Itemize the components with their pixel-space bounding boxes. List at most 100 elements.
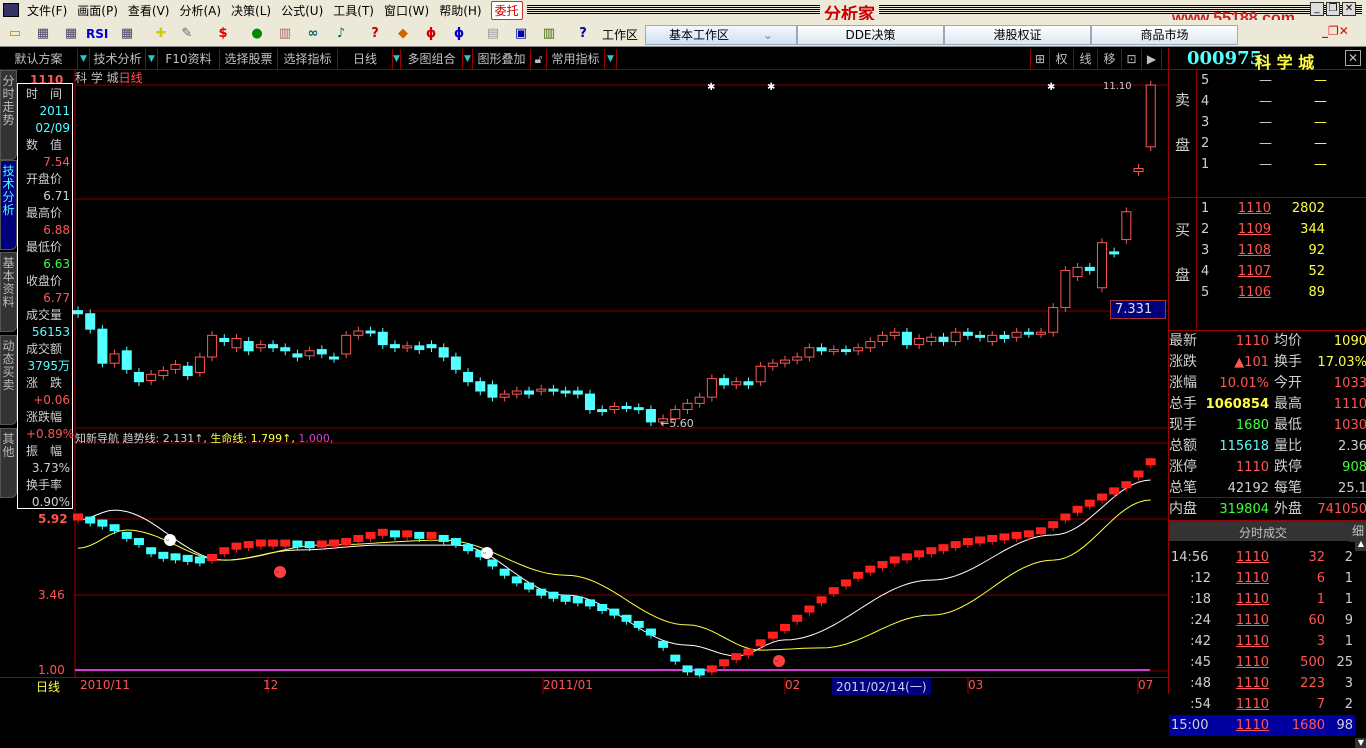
- open-folder-icon[interactable]: ▭: [4, 24, 26, 44]
- tab-dde[interactable]: DDE决策: [797, 25, 944, 45]
- period-selector[interactable]: 日线: [36, 678, 60, 695]
- sell-price: —: [1259, 115, 1272, 130]
- kline-icon[interactable]: ▦: [60, 24, 82, 44]
- indicator-bar: [402, 530, 413, 538]
- overlay-button[interactable]: 图形叠加: [473, 49, 531, 69]
- buy-price[interactable]: 1109: [1237, 219, 1271, 240]
- crosshair-icon[interactable]: ✚: [150, 24, 172, 44]
- collapse-icon[interactable]: ⊡: [1122, 49, 1142, 69]
- rights-button[interactable]: 权: [1050, 49, 1074, 69]
- indicator-bar: [73, 513, 83, 521]
- rsi-icon[interactable]: RSI: [86, 24, 108, 44]
- red-f10-icon[interactable]: ϕ: [420, 24, 442, 44]
- candle: [328, 356, 339, 360]
- indicator-bar: [365, 531, 376, 539]
- indicator-bar: [682, 665, 693, 673]
- candle: [219, 337, 230, 343]
- tick-time: 14:56: [1171, 550, 1209, 565]
- bars-icon[interactable]: ▥: [274, 24, 296, 44]
- indicator-bar: [158, 551, 169, 559]
- info-label: 开盘价: [26, 172, 63, 186]
- tick-price: 1110: [1235, 676, 1269, 691]
- entrust-button[interactable]: 委托: [490, 0, 523, 20]
- blue-f10-icon[interactable]: ϕ: [448, 24, 470, 44]
- stat-value: 42192: [1227, 481, 1269, 496]
- indicator-icon[interactable]: ▦: [116, 24, 138, 44]
- chart-icon[interactable]: ▦: [32, 24, 54, 44]
- indicator-bar: [280, 539, 291, 547]
- indicator-bar: [828, 587, 839, 595]
- dropdown-arrow-icon[interactable]: ▼: [146, 49, 158, 69]
- dollar-icon[interactable]: $: [212, 24, 234, 44]
- scroll-down-icon[interactable]: ▼: [1355, 738, 1366, 748]
- base-line-label: 1.000,: [298, 432, 334, 445]
- minimize-button[interactable]: _: [1310, 2, 1324, 16]
- line-button[interactable]: 线: [1074, 49, 1098, 69]
- help-pointer-icon[interactable]: ?: [572, 24, 594, 44]
- select-stock-button[interactable]: 选择股票: [220, 49, 278, 69]
- menu-item[interactable]: 窗口(W): [379, 2, 434, 19]
- zoom-plus-icon[interactable]: ⊞: [1030, 49, 1050, 69]
- buy-price[interactable]: 1107: [1237, 261, 1271, 282]
- window-icon[interactable]: ▣: [510, 24, 532, 44]
- signal-icon[interactable]: ●: [246, 24, 268, 44]
- tick-time: :45: [1190, 655, 1211, 670]
- indicator-bar: [255, 539, 266, 547]
- candle: [158, 370, 169, 377]
- period-button[interactable]: 日线: [338, 49, 393, 69]
- dropdown-arrow-icon[interactable]: ▼: [463, 49, 473, 69]
- indicator-bar: [231, 542, 242, 550]
- buy-price[interactable]: 1108: [1237, 240, 1271, 261]
- scroll-up-icon[interactable]: ▲: [1355, 539, 1366, 551]
- move-button[interactable]: 移: [1098, 49, 1122, 69]
- menu-item[interactable]: 分析(A): [174, 2, 226, 19]
- dropdown-arrow-icon[interactable]: ▼: [393, 49, 401, 69]
- inner-window-controls[interactable]: _❐✕: [1322, 24, 1349, 38]
- info-value: +0.89%: [26, 427, 75, 441]
- alarm-icon[interactable]: ♪: [330, 24, 352, 44]
- tab-commodities[interactable]: 商品市场: [1091, 25, 1238, 45]
- dropdown-arrow-icon[interactable]: ▼: [78, 49, 90, 69]
- buy-volume: 52: [1308, 264, 1325, 279]
- close-button[interactable]: ✕: [1342, 2, 1356, 16]
- candle: [828, 349, 839, 353]
- menu-item[interactable]: 决策(L): [226, 2, 276, 19]
- menu-item[interactable]: 文件(F): [22, 2, 72, 19]
- menu-item[interactable]: 查看(V): [123, 2, 175, 19]
- buy-price[interactable]: 1110: [1237, 198, 1271, 219]
- lock-icon[interactable]: 🔓︎: [531, 49, 547, 69]
- tick-price: 1110: [1235, 697, 1269, 712]
- tech-analysis-button[interactable]: 技术分析: [90, 49, 146, 69]
- select-indicator-button[interactable]: 选择指标: [278, 49, 338, 69]
- indicator-bar: [584, 599, 595, 607]
- tab-hk-warrants[interactable]: 港股权证: [944, 25, 1091, 45]
- menu-item[interactable]: 工具(T): [328, 2, 379, 19]
- common-indicators-button[interactable]: 常用指标: [547, 49, 605, 69]
- menu-item[interactable]: 画面(P): [72, 2, 123, 19]
- play-end-icon[interactable]: ▶: [1142, 49, 1162, 69]
- restore-button[interactable]: ❐: [1326, 2, 1340, 16]
- indicator-bar: [1011, 531, 1022, 539]
- menu-item[interactable]: 帮助(H): [434, 2, 486, 19]
- binoculars-icon[interactable]: ∞: [302, 24, 324, 44]
- f10-button[interactable]: F10资料: [158, 49, 220, 69]
- indicator-bar: [463, 544, 474, 552]
- default-scheme-button[interactable]: 默认方案: [0, 49, 78, 69]
- book-side-label: 买: [1175, 221, 1191, 239]
- clipboard-icon[interactable]: ▤: [482, 24, 504, 44]
- kline-chart[interactable]: ✱ ✱ ✱ ᵕ ᵕ ᵕ ᵕ: [0, 70, 1168, 694]
- up-diamond-icon[interactable]: ◆: [392, 24, 414, 44]
- menu-item[interactable]: 公式(U): [276, 2, 328, 19]
- stat-label: 外盘: [1274, 501, 1302, 517]
- multi-chart-button[interactable]: 多图组合: [401, 49, 463, 69]
- help-question-icon[interactable]: ?: [364, 24, 386, 44]
- dropdown-arrow-icon[interactable]: ▼: [605, 49, 617, 69]
- buy-price[interactable]: 1106: [1237, 282, 1271, 303]
- info-value: 6.63: [43, 257, 70, 271]
- books-icon[interactable]: ▥: [538, 24, 560, 44]
- life-line: [77, 499, 1151, 651]
- close-panel-icon[interactable]: ✕: [1345, 50, 1361, 66]
- tick-price: 1110: [1235, 634, 1269, 649]
- tab-basic-workspace[interactable]: 基本工作区 ⌄: [645, 25, 797, 45]
- ruler-icon[interactable]: ✎: [176, 24, 198, 44]
